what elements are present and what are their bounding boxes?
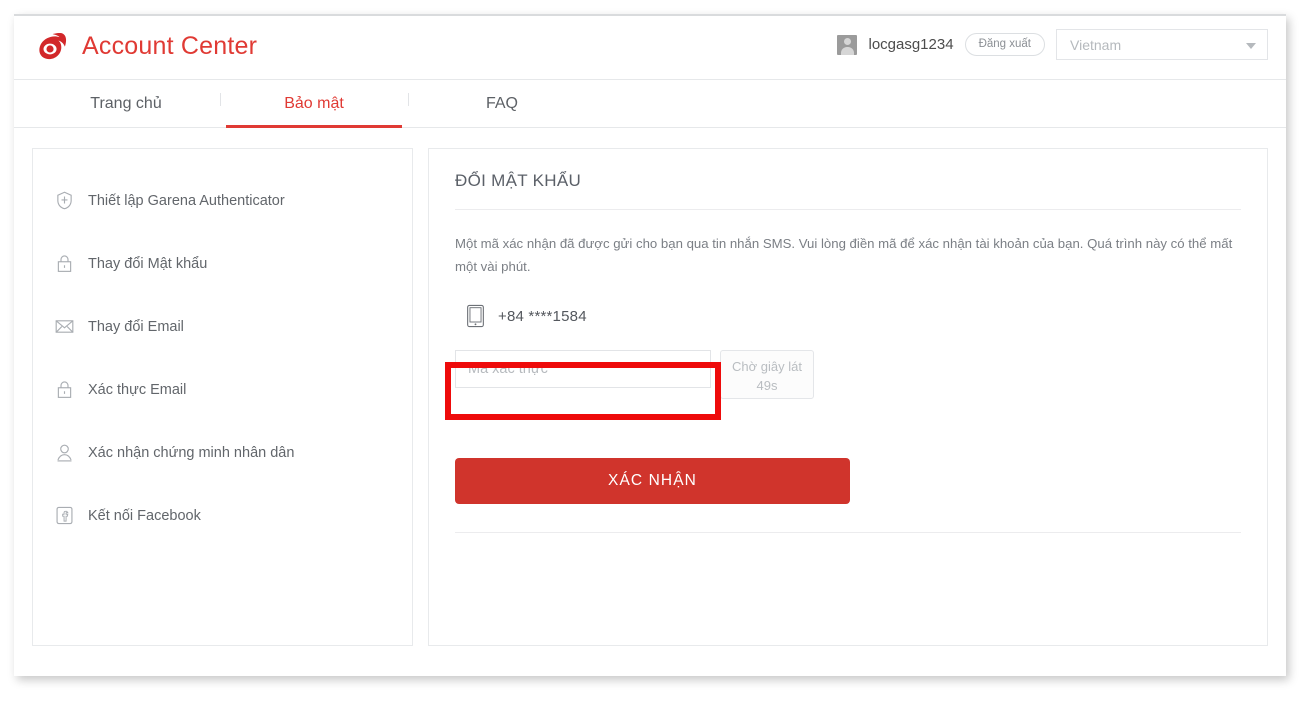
chevron-down-icon bbox=[1246, 43, 1256, 49]
sidebar-item-change-email[interactable]: Thay đổi Email bbox=[33, 295, 412, 358]
phone-row: +84 ****1584 bbox=[455, 278, 1241, 328]
sidebar-item-label: Xác nhận chứng minh nhân dân bbox=[88, 444, 295, 461]
sidebar-item-authenticator[interactable]: Thiết lập Garena Authenticator bbox=[33, 169, 412, 232]
sidebar-item-label: Thay đổi Mật khẩu bbox=[88, 255, 208, 272]
tab-faq[interactable]: FAQ bbox=[408, 80, 596, 127]
logout-button[interactable]: Đăng xuất bbox=[964, 32, 1045, 57]
page-title: ĐỔI MẬT KHẨU bbox=[455, 171, 582, 190]
lock-icon bbox=[57, 381, 72, 398]
sidebar-item-label: Kết nối Facebook bbox=[88, 507, 201, 524]
content-area: Thiết lập Garena Authenticator Thay đổi … bbox=[14, 128, 1286, 646]
brand[interactable]: Account Center bbox=[34, 27, 257, 65]
garena-logo-icon bbox=[39, 32, 67, 60]
tab-trang-chu[interactable]: Trang chủ bbox=[32, 80, 220, 127]
sidebar-item-verify-email[interactable]: Xác thực Email bbox=[33, 358, 412, 421]
resend-countdown: 49s bbox=[756, 377, 778, 393]
resend-label: Chờ giây lát bbox=[732, 358, 802, 374]
sidebar-item-facebook[interactable]: Kết nối Facebook bbox=[33, 484, 412, 547]
lock-icon bbox=[57, 255, 72, 272]
main-panel: ĐỔI MẬT KHẨU Một mã xác nhận đã được gửi… bbox=[428, 148, 1268, 646]
sidebar-item-label: Xác thực Email bbox=[88, 381, 187, 398]
username-label: locgasg1234 bbox=[868, 36, 954, 53]
facebook-icon bbox=[56, 506, 73, 525]
envelope-icon bbox=[55, 320, 74, 333]
code-row: Chờ giây lát 49s bbox=[445, 328, 1241, 421]
phone-number: +84 ****1584 bbox=[498, 307, 587, 325]
bottom-divider bbox=[455, 532, 1241, 534]
sidebar-item-change-password[interactable]: Thay đổi Mật khẩu bbox=[33, 232, 412, 295]
resend-code-button: Chờ giây lát 49s bbox=[720, 350, 814, 400]
region-value: Vietnam bbox=[1070, 36, 1122, 53]
code-input-wrap bbox=[445, 350, 721, 421]
header-right: locgasg1234 Đăng xuất Vietnam bbox=[837, 29, 1268, 60]
sidebar-panel: Thiết lập Garena Authenticator Thay đổi … bbox=[32, 148, 413, 646]
verification-code-input[interactable] bbox=[455, 350, 711, 389]
region-select[interactable]: Vietnam bbox=[1056, 29, 1268, 60]
avatar bbox=[837, 34, 858, 55]
sidebar-item-label: Thiết lập Garena Authenticator bbox=[88, 192, 285, 209]
page-frame: Account Center locgasg1234 Đăng xuất Vie… bbox=[14, 14, 1286, 676]
tab-bao-mat[interactable]: Bảo mật bbox=[220, 80, 408, 128]
shield-icon bbox=[57, 191, 72, 210]
mobile-device-icon bbox=[467, 305, 484, 328]
nav-tabs: Trang chủ Bảo mật FAQ bbox=[14, 80, 1286, 128]
brand-title: Account Center bbox=[82, 31, 258, 60]
confirm-button[interactable]: XÁC NHẬN bbox=[455, 458, 850, 505]
user-id-icon bbox=[57, 444, 72, 462]
sidebar-item-identity[interactable]: Xác nhận chứng minh nhân dân bbox=[33, 421, 412, 484]
sidebar-item-label: Thay đổi Email bbox=[88, 318, 184, 335]
intro-text: Một mã xác nhận đã được gửi cho bạn qua … bbox=[455, 236, 1233, 275]
site-header: Account Center locgasg1234 Đăng xuất Vie… bbox=[14, 16, 1286, 80]
